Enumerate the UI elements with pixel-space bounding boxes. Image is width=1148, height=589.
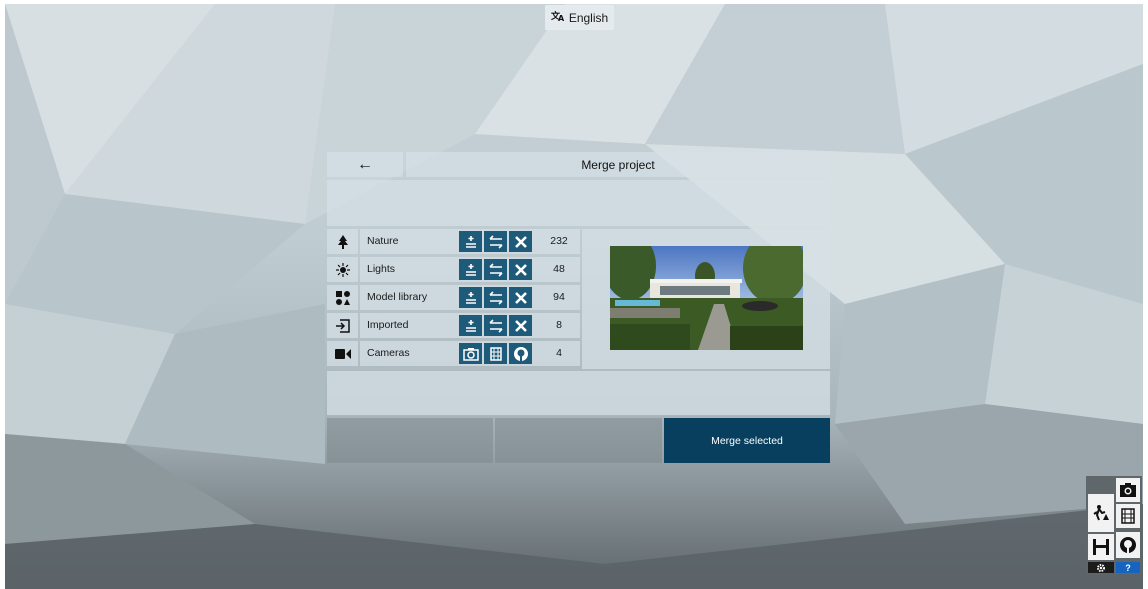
build-mode-icon <box>1093 505 1109 521</box>
import-icon <box>327 313 358 338</box>
toolbox: ? <box>1086 476 1142 574</box>
remove-icon <box>514 235 527 248</box>
tree-icon <box>327 229 358 254</box>
add-button[interactable] <box>459 231 482 252</box>
add-icon <box>465 235 476 248</box>
build-mode-button[interactable] <box>1088 494 1114 532</box>
add-icon <box>465 319 476 332</box>
footer-area <box>327 371 830 415</box>
panorama-icon <box>513 346 528 361</box>
film-button[interactable] <box>484 343 507 364</box>
remove-icon <box>514 263 527 276</box>
add-button[interactable] <box>459 315 482 336</box>
replace-icon <box>488 262 503 277</box>
row-count: 48 <box>553 263 565 275</box>
add-button[interactable] <box>459 259 482 280</box>
video-mode-button[interactable] <box>1116 504 1140 528</box>
project-preview-image <box>610 246 803 350</box>
video-camera-icon <box>327 341 358 366</box>
shapes-icon <box>327 285 358 310</box>
language-selector[interactable]: 文A English <box>545 5 614 30</box>
save-button[interactable] <box>1088 534 1114 560</box>
merge-row-imported: Imported 8 <box>327 313 580 338</box>
remove-button[interactable] <box>509 259 532 280</box>
light-icon <box>327 257 358 282</box>
back-button[interactable]: ← <box>327 152 403 177</box>
row-count: 8 <box>556 319 562 331</box>
dialog-title: Merge project <box>406 152 830 177</box>
add-icon <box>465 291 476 304</box>
row-count: 94 <box>553 291 565 303</box>
merge-row-nature: Nature 232 <box>327 229 580 254</box>
row-count: 232 <box>550 235 568 247</box>
add-icon <box>465 263 476 276</box>
photo-mode-icon <box>1120 483 1136 497</box>
row-label: Imported <box>367 319 409 331</box>
app-background: 文A English ← Merge project Nature 232 Li… <box>5 4 1143 589</box>
add-button[interactable] <box>459 287 482 308</box>
panorama-mode-icon <box>1120 537 1136 553</box>
help-icon: ? <box>1125 562 1131 573</box>
photo-camera-icon <box>462 347 479 361</box>
replace-button[interactable] <box>484 315 507 336</box>
remove-button[interactable] <box>509 287 532 308</box>
help-button[interactable]: ? <box>1116 562 1140 573</box>
empty-button-middle[interactable] <box>495 418 662 463</box>
panorama-mode-button[interactable] <box>1116 532 1140 558</box>
remove-icon <box>514 319 527 332</box>
replace-button[interactable] <box>484 231 507 252</box>
merge-row-lights: Lights 48 <box>327 257 580 282</box>
film-icon <box>489 346 502 361</box>
row-label: Model library <box>367 291 428 303</box>
settings-button[interactable] <box>1088 562 1114 573</box>
remove-icon <box>514 291 527 304</box>
translate-icon: 文A <box>550 10 565 25</box>
replace-icon <box>488 234 503 249</box>
back-arrow-icon: ← <box>357 155 373 173</box>
svg-text:A: A <box>558 14 565 22</box>
row-label: Nature <box>367 235 399 247</box>
row-label: Lights <box>367 263 396 275</box>
photo-camera-button[interactable] <box>459 343 482 364</box>
replace-icon <box>488 318 503 333</box>
replace-icon <box>488 290 503 305</box>
remove-button[interactable] <box>509 231 532 252</box>
merge-row-cameras: Cameras 4 <box>327 341 580 366</box>
language-label: English <box>568 10 609 25</box>
settings-icon <box>1097 563 1105 572</box>
dialog-title-text: Merge project <box>581 157 655 172</box>
photo-mode-button[interactable] <box>1116 478 1140 502</box>
replace-button[interactable] <box>484 259 507 280</box>
merge-selected-label: Merge selected <box>711 434 783 447</box>
remove-button[interactable] <box>509 315 532 336</box>
empty-button-left[interactable] <box>327 418 493 463</box>
panorama-button[interactable] <box>509 343 532 364</box>
description-area <box>327 180 830 226</box>
video-mode-icon <box>1121 508 1135 524</box>
replace-button[interactable] <box>484 287 507 308</box>
merge-selected-button[interactable]: Merge selected <box>664 418 830 463</box>
row-label: Cameras <box>367 347 410 359</box>
merge-row-model-library: Model library 94 <box>327 285 580 310</box>
save-icon <box>1093 539 1109 555</box>
row-count: 4 <box>556 347 562 359</box>
